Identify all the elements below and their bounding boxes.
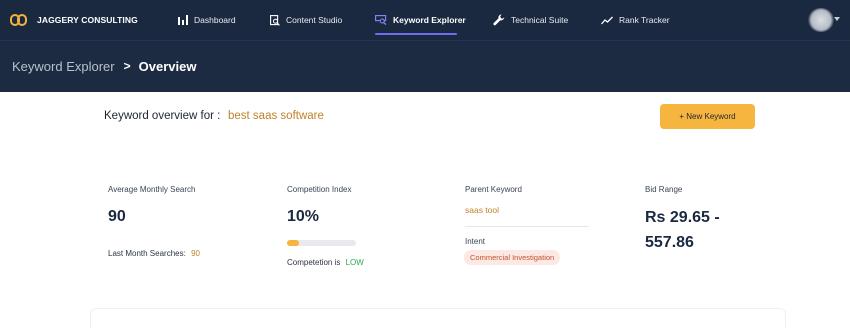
avg-monthly-search-label: Average Monthly Search bbox=[108, 185, 196, 194]
active-tab-indicator bbox=[375, 33, 457, 35]
content-card bbox=[90, 308, 786, 328]
competition-progress-bar bbox=[287, 240, 356, 246]
nav-item-content-studio[interactable]: Content Studio bbox=[270, 12, 342, 28]
overview-label: Keyword overview for : bbox=[104, 110, 221, 122]
intent-badge: Commercial Investigation bbox=[464, 250, 561, 265]
brand[interactable]: JAGGERY CONSULTING bbox=[10, 12, 138, 28]
nav-item-technical-suite[interactable]: Technical Suite bbox=[493, 12, 568, 28]
brand-name: JAGGERY CONSULTING bbox=[37, 15, 138, 25]
chain-link-logo-icon bbox=[10, 14, 28, 26]
divider bbox=[465, 226, 589, 227]
last-month-searches-value: 90 bbox=[191, 249, 200, 258]
document-search-icon bbox=[270, 14, 280, 26]
chevron-down-icon[interactable] bbox=[834, 17, 840, 21]
last-month-searches: Last Month Searches: 90 bbox=[108, 249, 200, 258]
nav-item-label: Dashboard bbox=[194, 15, 236, 25]
trend-line-icon bbox=[601, 16, 613, 24]
breadcrumb-separator-icon: > bbox=[123, 59, 131, 73]
overview-keyword: best saas software bbox=[228, 110, 324, 122]
competition-index-value: 10% bbox=[287, 208, 320, 225]
avg-monthly-search-value: 90 bbox=[108, 208, 126, 225]
nav-item-label: Technical Suite bbox=[511, 15, 569, 25]
competition-index-label: Competition Index bbox=[287, 185, 352, 194]
nav-item-label: Rank Tracker bbox=[619, 15, 670, 25]
competition-level-value: LOW bbox=[345, 258, 364, 267]
wrench-icon bbox=[493, 14, 505, 26]
competition-progress-fill bbox=[287, 240, 300, 246]
keyword-search-icon bbox=[375, 15, 387, 25]
bar-chart-icon bbox=[178, 15, 188, 25]
bid-range-line-2: 557.86 bbox=[645, 234, 694, 251]
nav-item-dashboard[interactable]: Dashboard bbox=[178, 12, 236, 28]
intent-label: Intent bbox=[465, 237, 486, 246]
bid-range-line-1: Rs 29.65 - bbox=[645, 209, 720, 226]
last-month-searches-label: Last Month Searches: bbox=[108, 249, 186, 258]
user-avatar[interactable] bbox=[808, 8, 834, 32]
bid-range-label: Bid Range bbox=[645, 185, 683, 194]
breadcrumb: Keyword Explorer > Overview bbox=[12, 57, 196, 75]
parent-keyword-value[interactable]: saas tool bbox=[465, 205, 499, 215]
nav-item-label: Content Studio bbox=[286, 15, 343, 25]
nav-item-rank-tracker[interactable]: Rank Tracker bbox=[601, 12, 670, 28]
new-keyword-button[interactable]: + New Keyword bbox=[660, 104, 755, 129]
parent-keyword-label: Parent Keyword bbox=[465, 185, 522, 194]
nav-item-keyword-explorer[interactable]: Keyword Explorer bbox=[375, 12, 466, 28]
top-navbar: JAGGERY CONSULTING Dashboard Content Stu… bbox=[0, 0, 850, 40]
nav-item-label: Keyword Explorer bbox=[393, 15, 466, 25]
breadcrumb-parent[interactable]: Keyword Explorer bbox=[12, 59, 115, 74]
breadcrumb-current: Overview bbox=[138, 58, 197, 74]
competition-level: Competetion is LOW bbox=[287, 258, 364, 267]
competition-level-label: Competetion is bbox=[287, 258, 341, 267]
